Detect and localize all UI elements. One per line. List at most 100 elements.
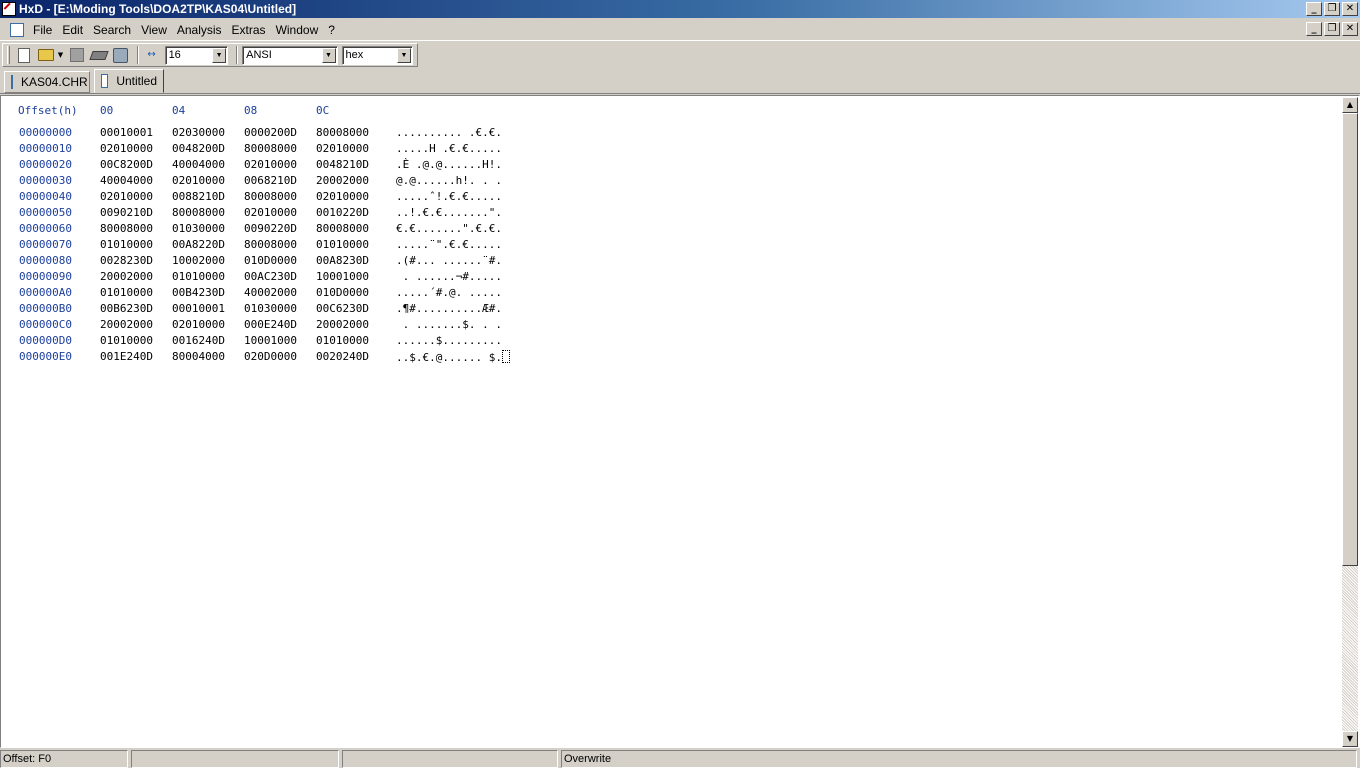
hex-byte-group[interactable]: 00B4230D	[172, 286, 225, 299]
hex-byte-group[interactable]: 80008000	[244, 238, 297, 251]
hex-byte-group[interactable]: 0068210D	[244, 174, 297, 187]
hex-byte-group[interactable]: 80008000	[100, 222, 153, 235]
hex-byte-group[interactable]: 010D0000	[316, 286, 369, 299]
hxd-app-icon[interactable]	[2, 2, 16, 16]
hex-byte-group[interactable]: 02010000	[172, 318, 225, 331]
hex-byte-group[interactable]: 80008000	[244, 142, 297, 155]
hex-byte-group[interactable]: 02030000	[172, 126, 225, 139]
ascii-text[interactable]: ......$.........	[396, 334, 502, 347]
new-file-button[interactable]	[14, 45, 34, 65]
chevron-down-icon[interactable]: ▼	[397, 47, 412, 63]
tab-untitled[interactable]: Untitled	[94, 69, 164, 93]
toolbar-grip[interactable]	[7, 46, 10, 64]
ascii-text[interactable]: .......... .€.€.	[396, 126, 502, 139]
ascii-text[interactable]: @.@......h!. . .	[396, 174, 502, 187]
scroll-down-icon[interactable]: ▼	[1342, 731, 1358, 747]
hex-byte-group[interactable]: 000E240D	[244, 318, 297, 331]
hex-byte-group[interactable]: 01030000	[172, 222, 225, 235]
hex-byte-group[interactable]: 00B6230D	[100, 302, 153, 315]
hex-byte-group[interactable]: 00A8220D	[172, 238, 225, 251]
hex-byte-group[interactable]: 01010000	[100, 334, 153, 347]
hex-byte-group[interactable]: 02010000	[316, 142, 369, 155]
chevron-down-icon[interactable]: ▼	[321, 47, 336, 63]
menu-file[interactable]: File	[28, 23, 57, 37]
ascii-text[interactable]: .....ˆ!.€.€.....	[396, 190, 502, 203]
minimize-button[interactable]: _	[1306, 2, 1322, 16]
hex-view[interactable]: Offset(h) 00 04 08 0C 00000000 00010001 02…	[2, 97, 1342, 747]
scrollbar-thumb[interactable]	[1342, 113, 1358, 566]
hex-byte-group[interactable]: 02010000	[172, 174, 225, 187]
hex-byte-group[interactable]: 00010001	[100, 126, 153, 139]
hex-byte-group[interactable]: 01010000	[172, 270, 225, 283]
hex-byte-group[interactable]: 0010220D	[316, 206, 369, 219]
menu-edit[interactable]: Edit	[57, 23, 88, 37]
hex-byte-group[interactable]: 02010000	[316, 190, 369, 203]
hex-byte-group[interactable]: 01030000	[244, 302, 297, 315]
hex-byte-group[interactable]: 80008000	[316, 126, 369, 139]
open-disk-button[interactable]	[89, 45, 109, 65]
hex-byte-group[interactable]: 80008000	[316, 222, 369, 235]
chevron-down-icon[interactable]: ▼	[212, 47, 227, 63]
hex-byte-group[interactable]: 10002000	[172, 254, 225, 267]
hex-byte-group[interactable]: 40004000	[100, 174, 153, 187]
hex-byte-group[interactable]: 20002000	[316, 174, 369, 187]
hex-byte-group[interactable]: 20002000	[100, 270, 153, 283]
hex-byte-group[interactable]: 00C6230D	[316, 302, 369, 315]
menu-help[interactable]: ?	[323, 23, 340, 37]
doc-minimize-button[interactable]: _	[1306, 22, 1322, 36]
hex-byte-group[interactable]: 01010000	[316, 334, 369, 347]
hex-byte-group[interactable]: 02010000	[244, 158, 297, 171]
hex-editor-pane[interactable]: Offset(h) 00 04 08 0C 00000000 00010001 02…	[0, 95, 1360, 748]
hex-byte-group[interactable]: 001E240D	[100, 350, 153, 363]
document-system-menu-icon[interactable]	[10, 22, 24, 37]
hex-byte-group[interactable]: 0000200D	[244, 126, 297, 139]
scroll-up-icon[interactable]: ▲	[1342, 97, 1358, 113]
bytes-per-row-select[interactable]: 16 ▼	[164, 45, 229, 65]
hex-byte-group[interactable]: 0090210D	[100, 206, 153, 219]
ascii-text[interactable]: ..!.€.€.......".	[396, 206, 502, 219]
hex-byte-group[interactable]: 0028230D	[100, 254, 153, 267]
hex-byte-group[interactable]: 01010000	[100, 238, 153, 251]
maximize-button[interactable]: ❐	[1324, 2, 1340, 16]
tab-kas04-chr[interactable]: KAS04.CHR	[4, 71, 90, 93]
open-file-button[interactable]	[36, 45, 56, 65]
hex-byte-group[interactable]: 10001000	[244, 334, 297, 347]
hex-byte-group[interactable]: 0020240D	[316, 350, 369, 363]
hex-byte-group[interactable]: 01010000	[316, 238, 369, 251]
hex-byte-group[interactable]: 020D0000	[244, 350, 297, 363]
hex-byte-group[interactable]: 00A8230D	[316, 254, 369, 267]
hex-byte-group[interactable]: 02010000	[100, 142, 153, 155]
hex-byte-group[interactable]: 0048200D	[172, 142, 225, 155]
ascii-text[interactable]: .....H .€.€.....	[396, 142, 502, 155]
hex-byte-group[interactable]: 02010000	[100, 190, 153, 203]
hex-byte-group[interactable]: 0090220D	[244, 222, 297, 235]
hex-byte-group[interactable]: 00010001	[172, 302, 225, 315]
open-dropdown-arrow-icon[interactable]: ▼	[58, 51, 63, 59]
save-button[interactable]	[67, 45, 87, 65]
ascii-text[interactable]: €.€.......".€.€.	[396, 222, 502, 235]
hex-byte-group[interactable]: 80004000	[172, 350, 225, 363]
close-button[interactable]: ✕	[1342, 2, 1358, 16]
offset-base-select[interactable]: hex ▼	[341, 45, 414, 65]
menu-window[interactable]: Window	[271, 23, 324, 37]
ascii-text[interactable]: .(#... ......¨#.	[396, 254, 502, 267]
hex-byte-group[interactable]: 80008000	[172, 206, 225, 219]
menu-analysis[interactable]: Analysis	[172, 23, 227, 37]
hex-byte-group[interactable]: 01010000	[100, 286, 153, 299]
hex-byte-group[interactable]: 40004000	[172, 158, 225, 171]
ascii-text[interactable]: . .......$. . .	[396, 318, 502, 331]
charset-select[interactable]: ANSI ▼	[242, 45, 338, 65]
hex-byte-group[interactable]: 20002000	[316, 318, 369, 331]
ascii-text[interactable]: . ......¬#.....	[396, 270, 502, 283]
hex-byte-group[interactable]: 0088210D	[172, 190, 225, 203]
ascii-text[interactable]: .È .@.@......H!.	[396, 158, 502, 171]
title-bar[interactable]: HxD - [E:\Moding Tools\DOA2TP\KAS04\Unti…	[0, 0, 1360, 18]
hex-byte-group[interactable]: 02010000	[244, 206, 297, 219]
hex-byte-group[interactable]: 10001000	[316, 270, 369, 283]
menu-view[interactable]: View	[136, 23, 172, 37]
hex-byte-group[interactable]: 0048210D	[316, 158, 369, 171]
hex-byte-group[interactable]: 20002000	[100, 318, 153, 331]
menu-search[interactable]: Search	[88, 23, 136, 37]
hex-byte-group[interactable]: 40002000	[244, 286, 297, 299]
ascii-text[interactable]: .....´#.@. .....	[396, 286, 502, 299]
